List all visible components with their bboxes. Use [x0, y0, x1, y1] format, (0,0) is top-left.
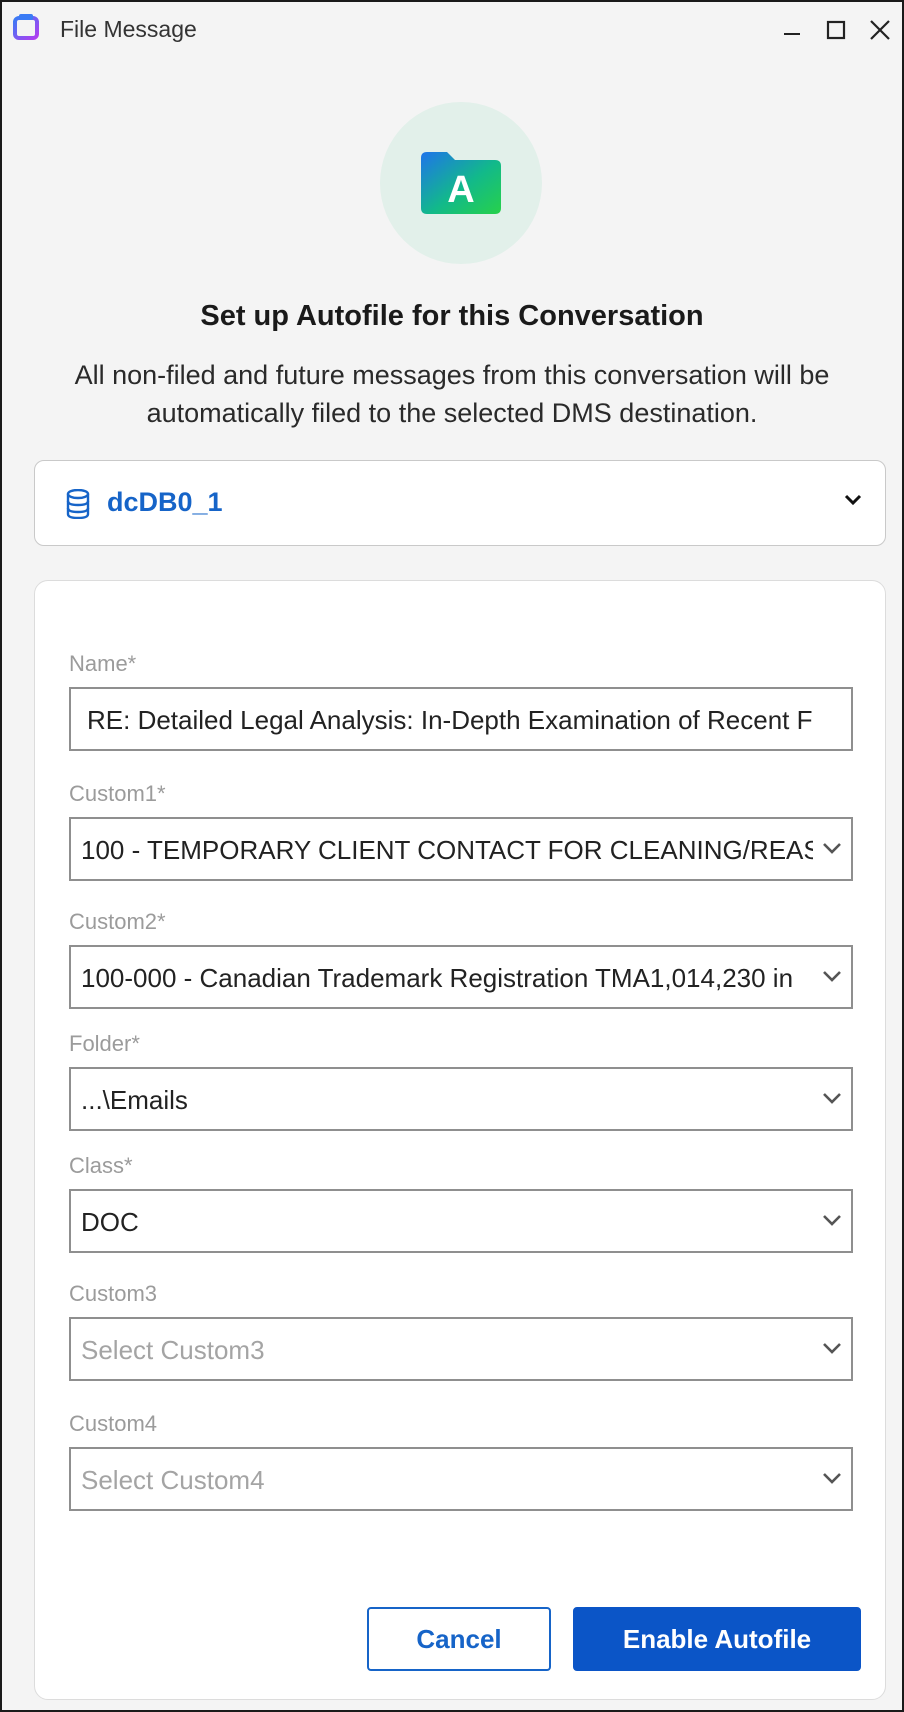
- database-icon: [65, 488, 91, 524]
- class-label: Class*: [69, 1153, 133, 1178]
- name-value: RE: Detailed Legal Analysis: In-Depth Ex…: [87, 705, 813, 735]
- custom2-label: Custom2*: [69, 909, 166, 934]
- database-name: dcDB0_1: [107, 487, 223, 517]
- badge-letter: A: [447, 169, 474, 211]
- chevron-down-icon: [821, 969, 843, 988]
- autofile-form: Name* RE: Detailed Legal Analysis: In-De…: [34, 580, 886, 1700]
- folder-label: Folder*: [69, 1031, 140, 1056]
- custom2-value: 100-000 - Canadian Trademark Registratio…: [81, 963, 794, 993]
- custom3-dropdown[interactable]: Select Custom3: [69, 1317, 853, 1381]
- class-value: DOC: [81, 1207, 139, 1237]
- name-input[interactable]: RE: Detailed Legal Analysis: In-Depth Ex…: [69, 687, 853, 751]
- enable-autofile-button[interactable]: Enable Autofile: [573, 1607, 861, 1671]
- custom4-dropdown[interactable]: Select Custom4: [69, 1447, 853, 1511]
- custom2-dropdown[interactable]: 100-000 - Canadian Trademark Registratio…: [69, 945, 853, 1009]
- close-icon: [870, 20, 890, 40]
- minimize-button[interactable]: [770, 2, 814, 58]
- minimize-icon: [784, 33, 800, 35]
- chevron-down-icon: [821, 1213, 843, 1232]
- custom1-label: Custom1*: [69, 781, 166, 806]
- custom3-placeholder: Select Custom3: [81, 1335, 265, 1365]
- file-message-window: File Message A Set up Autofile for this …: [0, 0, 904, 1712]
- maximize-icon: [826, 20, 846, 40]
- maximize-button[interactable]: [814, 2, 858, 58]
- folder-dropdown[interactable]: ...\Emails: [69, 1067, 853, 1131]
- chevron-down-icon: [821, 1341, 843, 1360]
- app-logo-icon: [12, 14, 42, 44]
- chevron-down-icon: [821, 841, 843, 860]
- autofile-folder-icon: A: [421, 152, 501, 214]
- autofile-badge: A: [380, 102, 542, 264]
- title-bar: File Message: [2, 2, 902, 58]
- page-description: All non-filed and future messages from t…: [74, 360, 830, 428]
- folder-value: ...\Emails: [81, 1085, 188, 1115]
- chevron-down-icon: [821, 1091, 843, 1110]
- database-dropdown[interactable]: dcDB0_1: [34, 460, 886, 546]
- page-title: Set up Autofile for this Conversation: [200, 300, 704, 332]
- custom1-dropdown[interactable]: 100 - TEMPORARY CLIENT CONTACT FOR CLEAN…: [69, 817, 853, 881]
- chevron-down-icon: [843, 493, 863, 512]
- window-title: File Message: [60, 16, 197, 42]
- close-button[interactable]: [858, 2, 902, 58]
- chevron-down-icon: [821, 1471, 843, 1490]
- custom4-label: Custom4: [69, 1411, 158, 1436]
- cancel-button[interactable]: Cancel: [367, 1607, 551, 1671]
- class-dropdown[interactable]: DOC: [69, 1189, 853, 1253]
- custom1-value: 100 - TEMPORARY CLIENT CONTACT FOR CLEAN…: [81, 835, 813, 865]
- window-controls: [770, 2, 902, 58]
- name-label: Name*: [69, 651, 137, 676]
- custom3-label: Custom3: [69, 1281, 158, 1306]
- custom4-placeholder: Select Custom4: [81, 1465, 265, 1495]
